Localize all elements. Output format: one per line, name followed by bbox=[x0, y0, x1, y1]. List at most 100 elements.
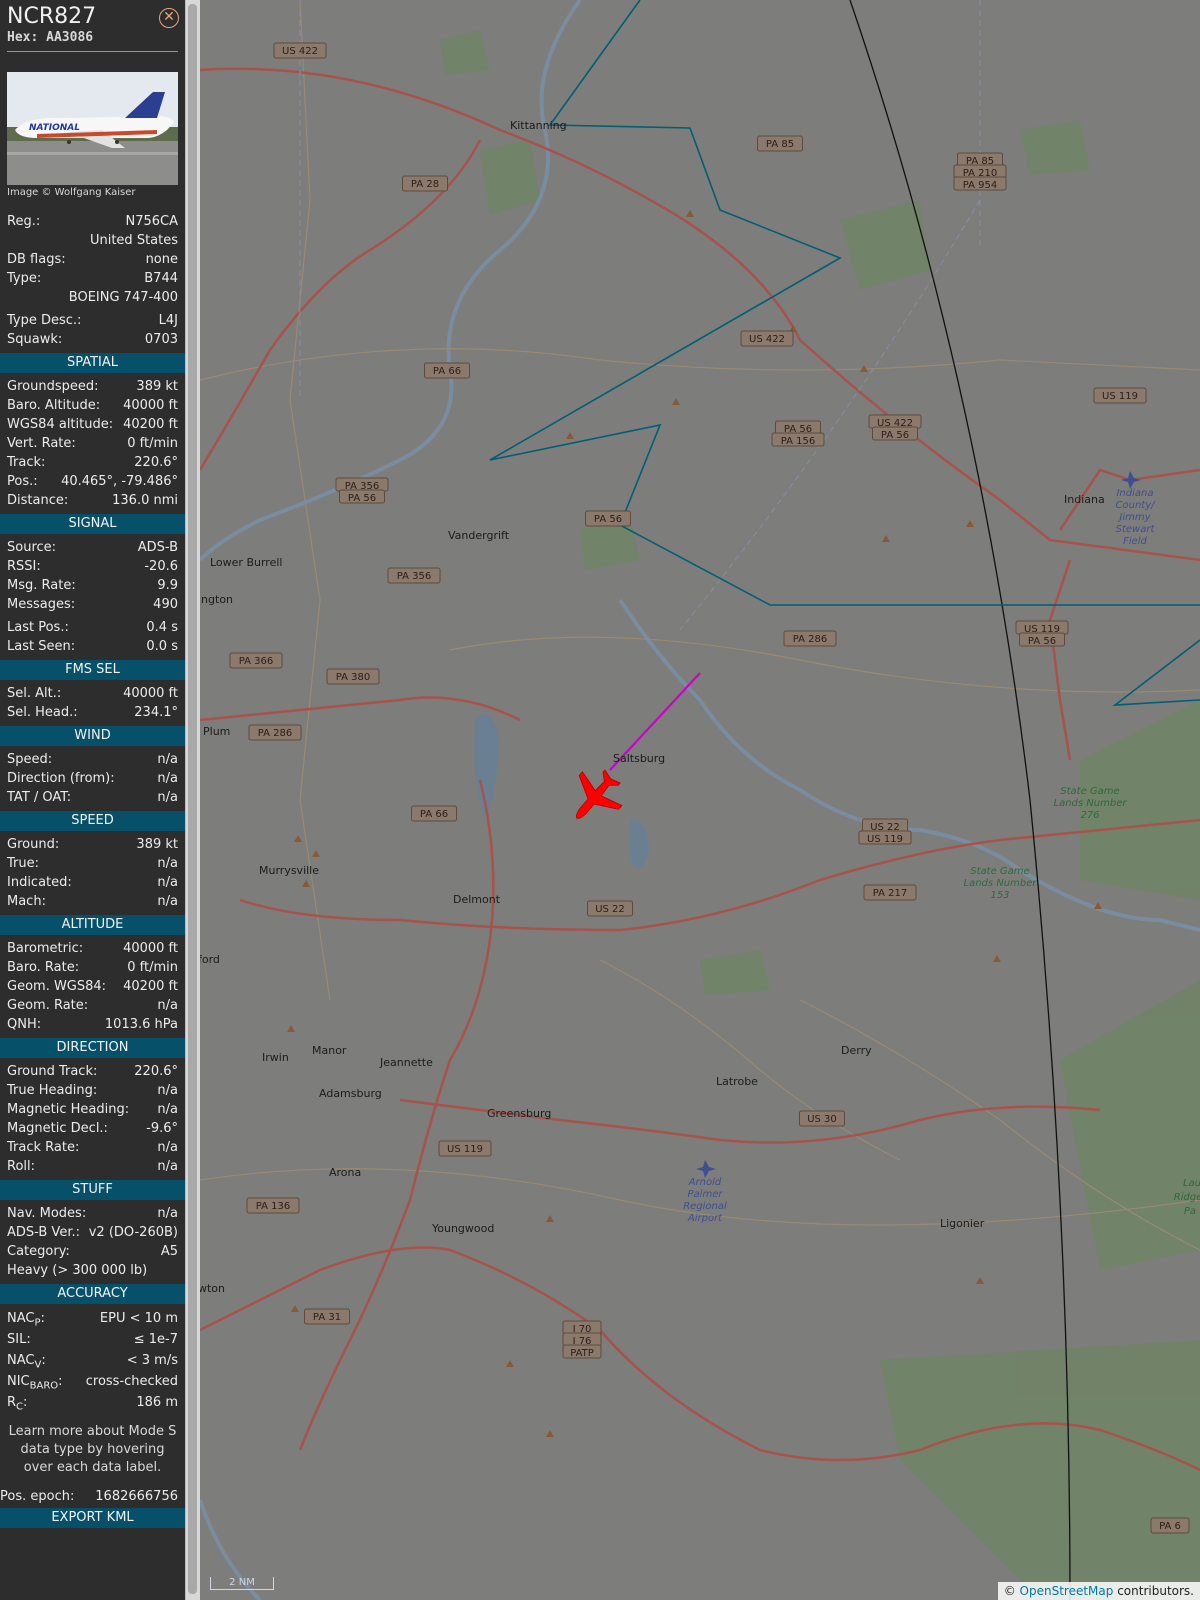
accuracy-label-sub: P bbox=[34, 1317, 41, 1329]
altitude-value: 0 ft/min bbox=[127, 960, 178, 975]
direction-value: n/a bbox=[157, 1159, 178, 1174]
road-shield-label: PA 31 bbox=[313, 1312, 341, 1323]
road-shield-label: PA 6 bbox=[1159, 1521, 1181, 1532]
header-divider bbox=[7, 51, 178, 52]
export-kml-button[interactable]: EXPORT KML bbox=[0, 1508, 185, 1528]
map-attribution: © OpenStreetMap contributors. bbox=[997, 1582, 1200, 1600]
road-shield-label: PA 56 bbox=[881, 430, 909, 441]
spatial-label: Vert. Rate: bbox=[7, 436, 76, 451]
altitude-row: Geom. WGS84: 40200 ft bbox=[7, 977, 178, 996]
signal-label: Msg. Rate: bbox=[7, 578, 76, 593]
panel-header: NCR827 Hex: AA3086 ✕ bbox=[0, 0, 185, 45]
road-shield-label: US 22 bbox=[595, 904, 625, 915]
squawk-value: 0703 bbox=[144, 332, 178, 347]
spatial-value: 389 kt bbox=[136, 379, 178, 394]
road-shield-label: PATP bbox=[570, 1348, 594, 1359]
road-shield-label: US 119 bbox=[447, 1144, 483, 1155]
signal-row: Last Seen: 0.0 s bbox=[7, 637, 178, 656]
speed-label: Mach: bbox=[7, 894, 46, 909]
section-signal: SIGNAL bbox=[0, 514, 185, 534]
altitude-value: 1013.6 hPa bbox=[104, 1017, 178, 1032]
photo-credit: Image © Wolfgang Kaiser bbox=[7, 187, 136, 198]
direction-row: True Heading: n/a bbox=[7, 1081, 178, 1100]
direction-row: Magnetic Decl.: -9.6° bbox=[7, 1119, 178, 1138]
aircraft-photo-image: NATIONAL bbox=[7, 72, 178, 185]
park-label: Ridge bbox=[1174, 1192, 1200, 1203]
category-desc-row: Heavy (> 300 000 lb) bbox=[7, 1261, 178, 1280]
altitude-label: Barometric: bbox=[7, 941, 84, 956]
speed-value: n/a bbox=[157, 894, 178, 909]
airport-label: Stewart bbox=[1116, 524, 1156, 535]
road-shield-label: PA 56 bbox=[348, 493, 376, 504]
road-shield-label: US 422 bbox=[749, 334, 785, 345]
pos-epoch-value: 1682666756 bbox=[95, 1489, 178, 1504]
pos-epoch-row: Pos. epoch: 1682666756 bbox=[0, 1487, 178, 1506]
airport-label: Field bbox=[1123, 536, 1147, 547]
place-label: Greensburg bbox=[487, 1107, 551, 1120]
signal-label: Last Pos.: bbox=[7, 620, 69, 635]
place-label: ington bbox=[200, 593, 233, 606]
hex-value: AA3086 bbox=[46, 30, 94, 45]
wind-row: TAT / OAT: n/a bbox=[7, 788, 178, 807]
type-label: Type: bbox=[7, 271, 42, 286]
accuracy-row: SIL: ≤ 1e-7 bbox=[7, 1329, 178, 1350]
signal-label: Last Seen: bbox=[7, 639, 76, 654]
openstreetmap-link[interactable]: OpenStreetMap bbox=[1020, 1584, 1114, 1598]
close-icon[interactable]: ✕ bbox=[159, 8, 179, 28]
spatial-label: Distance: bbox=[7, 493, 69, 508]
accuracy-label: NACV: bbox=[7, 1353, 46, 1371]
place-label: Plum bbox=[203, 725, 230, 738]
place-label: Adamsburg bbox=[319, 1087, 382, 1100]
fms-label: Sel. Head.: bbox=[7, 705, 78, 720]
signal-value: 490 bbox=[153, 597, 178, 612]
accuracy-label-text: R bbox=[7, 1395, 17, 1410]
park-label: Lands Number bbox=[1054, 798, 1128, 809]
altitude-label: Geom. WGS84: bbox=[7, 979, 107, 994]
accuracy-value: cross-checked bbox=[85, 1374, 178, 1389]
signal-row: Messages: 490 bbox=[7, 595, 178, 614]
altitude-row: Baro. Rate: 0 ft/min bbox=[7, 958, 178, 977]
signal-row: Source: ADS-B bbox=[7, 538, 178, 557]
altitude-row: Geom. Rate: n/a bbox=[7, 996, 178, 1015]
road-shield-label: US 422 bbox=[282, 46, 318, 57]
signal-row: Last Pos.: 0.4 s bbox=[7, 618, 178, 637]
direction-value: -9.6° bbox=[146, 1121, 178, 1136]
accuracy-label: NICBARO: bbox=[7, 1374, 63, 1392]
direction-label: Ground Track: bbox=[7, 1064, 98, 1079]
signal-row: RSSI: -20.6 bbox=[7, 557, 178, 576]
type-row: Type: B744 bbox=[7, 269, 178, 288]
wind-value: n/a bbox=[157, 790, 178, 805]
spatial-value: 40.465°, -79.486° bbox=[61, 474, 178, 489]
stuff-row: Category: A5 bbox=[7, 1242, 178, 1261]
map-canvas[interactable]: State Game Lands Number 276 State Game L… bbox=[200, 0, 1200, 1600]
wind-value: n/a bbox=[157, 771, 178, 786]
road-shield-label: PA 286 bbox=[793, 634, 828, 645]
scrollbar-thumb[interactable] bbox=[188, 4, 197, 1594]
spatial-value: 40000 ft bbox=[123, 398, 178, 413]
airport-label: Regional bbox=[683, 1201, 727, 1212]
type-full-row: BOEING 747-400 bbox=[7, 288, 178, 307]
signal-label: Source: bbox=[7, 540, 57, 555]
road-shield-label: PA 217 bbox=[873, 888, 908, 899]
place-label: Indiana bbox=[1064, 493, 1105, 506]
signal-value: -20.6 bbox=[144, 559, 178, 574]
airport-label: Jimmy bbox=[1117, 512, 1151, 523]
direction-label: Magnetic Decl.: bbox=[7, 1121, 108, 1136]
altitude-label: Geom. Rate: bbox=[7, 998, 89, 1013]
airport-label: Palmer bbox=[688, 1189, 724, 1200]
spatial-value: 136.0 nmi bbox=[112, 493, 178, 508]
sidebar-scrollbar[interactable] bbox=[185, 0, 200, 1600]
park-label: 276 bbox=[1080, 810, 1099, 821]
signal-value: 0.0 s bbox=[146, 639, 178, 654]
accuracy-label: RC: bbox=[7, 1395, 28, 1413]
accuracy-label-sub: C bbox=[16, 1401, 24, 1413]
spatial-row: WGS84 altitude: 40200 ft bbox=[7, 415, 178, 434]
direction-row: Magnetic Heading: n/a bbox=[7, 1100, 178, 1119]
fms-row: Sel. Alt.: 40000 ft bbox=[7, 684, 178, 703]
road-shield-label: US 119 bbox=[867, 834, 903, 845]
photo-brand: NATIONAL bbox=[29, 123, 80, 133]
place-label: Youngwood bbox=[431, 1222, 494, 1235]
map-view[interactable]: State Game Lands Number 276 State Game L… bbox=[200, 0, 1200, 1600]
aircraft-photo[interactable]: NATIONAL bbox=[7, 72, 178, 185]
spatial-label: Baro. Altitude: bbox=[7, 398, 101, 413]
